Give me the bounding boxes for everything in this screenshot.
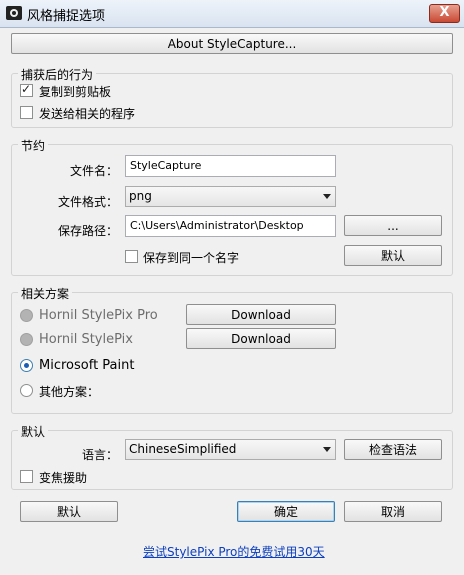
- program-legend: 相关方案: [18, 285, 73, 302]
- cancel-button[interactable]: 取消: [344, 501, 442, 522]
- format-value: png: [129, 189, 152, 203]
- trial-link[interactable]: 尝试StylePix Pro的免费试用30天: [143, 543, 325, 560]
- zoom-assist-checkbox[interactable]: [20, 470, 33, 483]
- language-select[interactable]: ChineseSimplified: [125, 439, 336, 460]
- stylepix-pro-label: Hornil StylePix Pro: [39, 308, 158, 323]
- zoom-assist-label: 变焦援助: [39, 471, 88, 485]
- radio-stylepix-pro[interactable]: [20, 309, 33, 322]
- stylepix-label: Hornil StylePix: [39, 332, 133, 347]
- browse-button[interactable]: ...: [344, 215, 442, 236]
- close-button[interactable]: X: [429, 4, 460, 23]
- capture-behavior-legend: 捕获后的行为: [18, 66, 97, 83]
- path-input[interactable]: C:\Users\Administrator\Desktop: [125, 215, 336, 237]
- format-label: 文件格式：: [58, 195, 119, 209]
- send-program-label: 发送给相关的程序: [39, 107, 136, 121]
- copy-clipboard-label: 复制到剪贴板: [39, 85, 112, 99]
- same-name-checkbox[interactable]: [125, 250, 138, 263]
- chevron-down-icon: [323, 447, 331, 452]
- save-legend: 节约: [18, 137, 49, 154]
- radio-stylepix[interactable]: [20, 333, 33, 346]
- window-title: 风格捕捉选项: [27, 9, 106, 24]
- radio-microsoft-paint[interactable]: [20, 359, 33, 372]
- language-label: 语言：: [82, 448, 119, 462]
- save-default-button[interactable]: 默认: [344, 245, 442, 266]
- footer-default-button[interactable]: 默认: [20, 501, 118, 522]
- default-legend: 默认: [18, 423, 49, 440]
- send-program-checkbox[interactable]: [20, 106, 33, 119]
- download-stylepix-button[interactable]: Download: [186, 328, 336, 349]
- ok-button[interactable]: 确定: [237, 501, 335, 522]
- filename-input[interactable]: StyleCapture: [125, 155, 336, 177]
- format-select[interactable]: png: [125, 186, 336, 207]
- download-stylepix-pro-button[interactable]: Download: [186, 304, 336, 325]
- radio-other-program[interactable]: [20, 384, 33, 397]
- check-grammar-button[interactable]: 检查语法: [344, 439, 442, 460]
- about-button[interactable]: About StyleCapture...: [11, 33, 453, 54]
- camera-icon: [6, 6, 22, 20]
- other-program-label: 其他方案：: [39, 385, 100, 399]
- title-bar: 风格捕捉选项 X: [0, 0, 464, 28]
- copy-clipboard-checkbox[interactable]: [20, 82, 33, 97]
- filename-label: 文件名：: [70, 164, 119, 178]
- microsoft-paint-label: Microsoft Paint: [39, 358, 135, 373]
- same-name-label: 保存到同一个名字: [143, 251, 240, 265]
- chevron-down-icon: [323, 194, 331, 199]
- path-label: 保存路径：: [58, 224, 119, 238]
- language-value: ChineseSimplified: [129, 442, 237, 456]
